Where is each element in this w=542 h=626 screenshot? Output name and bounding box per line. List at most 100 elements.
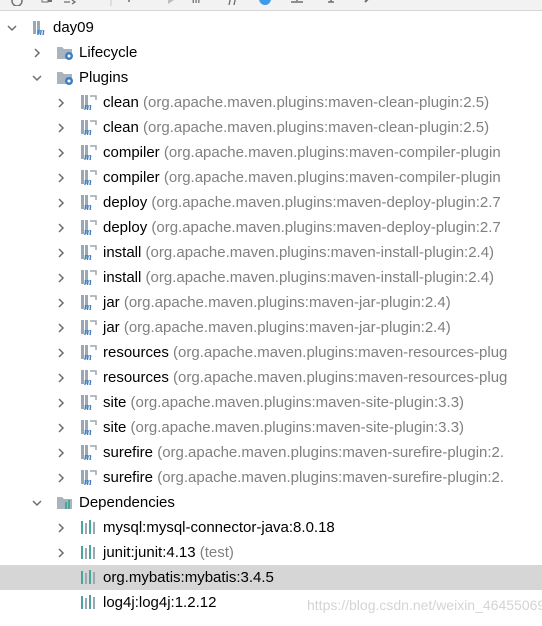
run-icon[interactable] [164, 0, 178, 6]
chevron-right-icon[interactable] [54, 115, 68, 140]
svg-text:m: m [84, 127, 92, 136]
plugin-item[interactable]: m clean (org.apache.maven.plugins:maven-c… [0, 90, 542, 115]
plugin-coordinates: (org.apache.maven.plugins:maven-deploy-p… [151, 219, 501, 236]
chevron-right-icon[interactable] [54, 440, 68, 465]
dependency-label: mysql:mysql-connector-java:8.0.18 [103, 515, 335, 540]
chevron-down-icon[interactable] [30, 490, 44, 515]
execute-goal-icon[interactable]: m [192, 0, 206, 6]
show-dependencies-icon[interactable] [258, 0, 272, 6]
plugin-item[interactable]: m deploy (org.apache.maven.plugins:maven-… [0, 190, 542, 215]
collapse-icon[interactable] [290, 0, 304, 6]
maven-plugin-icon: m [80, 169, 98, 188]
plugin-name: resources [103, 369, 169, 386]
plugin-item[interactable]: m compiler (org.apache.maven.plugins:mave… [0, 140, 542, 165]
plugin-label: site (org.apache.maven.plugins:maven-sit… [103, 390, 464, 415]
plugin-coordinates: (org.apache.maven.plugins:maven-clean-pl… [143, 119, 490, 136]
dependencies-folder-icon [57, 497, 72, 509]
chevron-right-icon[interactable] [54, 390, 68, 415]
plugin-item[interactable]: m surefire (org.apache.maven.plugins:mave… [0, 465, 542, 490]
tree-node-plugins[interactable]: Plugins [0, 65, 542, 90]
chevron-right-icon[interactable] [54, 340, 68, 365]
maven-plugin-icon: m [80, 94, 98, 113]
chevron-down-icon[interactable] [5, 15, 19, 40]
plugin-item[interactable]: m site (org.apache.maven.plugins:maven-si… [0, 415, 542, 440]
chevron-right-icon[interactable] [54, 265, 68, 290]
dependency-label: junit:junit:4.13 (test) [103, 540, 234, 565]
chevron-right-icon[interactable] [54, 165, 68, 190]
plugin-label: deploy (org.apache.maven.plugins:maven-d… [103, 215, 501, 240]
chevron-right-icon[interactable] [54, 515, 68, 540]
chevron-down-icon[interactable] [30, 65, 44, 90]
plugin-item[interactable]: m jar (org.apache.maven.plugins:maven-jar… [0, 290, 542, 315]
svg-text:m: m [84, 452, 92, 461]
tree-node-lifecycle[interactable]: Lifecycle [0, 40, 542, 65]
plugin-item[interactable]: m site (org.apache.maven.plugins:maven-si… [0, 390, 542, 415]
plugin-item[interactable]: m install (org.apache.maven.plugins:maven… [0, 240, 542, 265]
plugin-item[interactable]: m deploy (org.apache.maven.plugins:maven-… [0, 215, 542, 240]
chevron-right-icon[interactable] [54, 365, 68, 390]
plugin-coordinates: (org.apache.maven.plugins:maven-install-… [145, 269, 495, 286]
svg-text:m: m [84, 152, 92, 161]
dependency-item[interactable]: mysql:mysql-connector-java:8.0.18 [0, 515, 542, 540]
plugin-list: m clean (org.apache.maven.plugins:maven-c… [0, 90, 542, 490]
refresh-icon[interactable] [10, 0, 24, 6]
chevron-right-icon[interactable] [54, 190, 68, 215]
expand-icon[interactable] [324, 0, 338, 6]
svg-text:m: m [192, 0, 200, 5]
chevron-right-icon[interactable] [54, 315, 68, 340]
plugin-name: jar [103, 319, 120, 336]
chevron-right-icon[interactable] [54, 290, 68, 315]
download-icon[interactable] [62, 0, 76, 6]
tree-node-label: day09 [53, 19, 94, 36]
tree-node-root[interactable]: m day09 [0, 15, 542, 40]
svg-text:m: m [84, 352, 92, 361]
add-icon[interactable] [122, 0, 136, 6]
svg-text:m: m [84, 277, 92, 286]
plugin-label: compiler (org.apache.maven.plugins:maven… [103, 165, 501, 190]
maven-plugin-icon: m [80, 344, 98, 363]
plugin-coordinates: (org.apache.maven.plugins:maven-jar-plug… [123, 319, 451, 336]
plugin-item[interactable]: m compiler (org.apache.maven.plugins:mave… [0, 165, 542, 190]
plugin-item[interactable]: m resources (org.apache.maven.plugins:mav… [0, 340, 542, 365]
chevron-right-icon[interactable] [54, 215, 68, 240]
plugin-name: resources [103, 344, 169, 361]
plugin-name: surefire [103, 469, 154, 486]
tree-node-dependencies[interactable]: Dependencies [0, 490, 542, 515]
toggle-offline-icon[interactable] [226, 0, 240, 6]
plugin-name: compiler [103, 169, 160, 186]
plugin-coordinates: (org.apache.maven.plugins:maven-clean-pl… [143, 94, 490, 111]
chevron-right-icon[interactable] [54, 540, 68, 565]
plugin-name: install [103, 269, 142, 286]
dependency-item[interactable]: junit:junit:4.13 (test) [0, 540, 542, 565]
plugin-label: install (org.apache.maven.plugins:maven-… [103, 265, 494, 290]
chevron-right-icon[interactable] [54, 240, 68, 265]
maven-plugin-icon: m [80, 269, 98, 288]
svg-text:m: m [37, 27, 45, 36]
chevron-right-icon[interactable] [54, 90, 68, 115]
settings-icon[interactable] [362, 0, 376, 6]
plugin-item[interactable]: m surefire (org.apache.maven.plugins:mave… [0, 440, 542, 465]
plugin-coordinates: (org.apache.maven.plugins:maven-compiler… [163, 144, 501, 161]
plugin-coordinates: (org.apache.maven.plugins:maven-surefire… [157, 444, 505, 461]
plugin-item[interactable]: m clean (org.apache.maven.plugins:maven-c… [0, 115, 542, 140]
maven-plugin-icon: m [80, 319, 98, 338]
plugin-item[interactable]: m install (org.apache.maven.plugins:maven… [0, 265, 542, 290]
plugin-name: deploy [103, 194, 148, 211]
plugin-item[interactable]: m resources (org.apache.maven.plugins:mav… [0, 365, 542, 390]
plugin-label: site (org.apache.maven.plugins:maven-sit… [103, 415, 464, 440]
dependency-item[interactable]: org.mybatis:mybatis:3.4.5 [0, 565, 542, 590]
watermark: https://blog.csdn.net/weixin_46455069 [307, 597, 542, 613]
generate-sources-icon[interactable] [40, 0, 54, 6]
maven-plugin-icon: m [80, 219, 98, 238]
chevron-right-icon[interactable] [54, 415, 68, 440]
dependency-name: log4j:log4j:1.2.12 [103, 594, 217, 611]
plugin-name: install [103, 244, 142, 261]
chevron-right-icon[interactable] [30, 40, 44, 65]
chevron-right-icon[interactable] [54, 465, 68, 490]
svg-text:m: m [84, 377, 92, 386]
chevron-right-icon[interactable] [54, 140, 68, 165]
plugin-name: clean [103, 119, 139, 136]
dependency-name: mysql:mysql-connector-java:8.0.18 [103, 519, 335, 536]
plugin-label: clean (org.apache.maven.plugins:maven-cl… [103, 115, 489, 140]
plugin-item[interactable]: m jar (org.apache.maven.plugins:maven-jar… [0, 315, 542, 340]
